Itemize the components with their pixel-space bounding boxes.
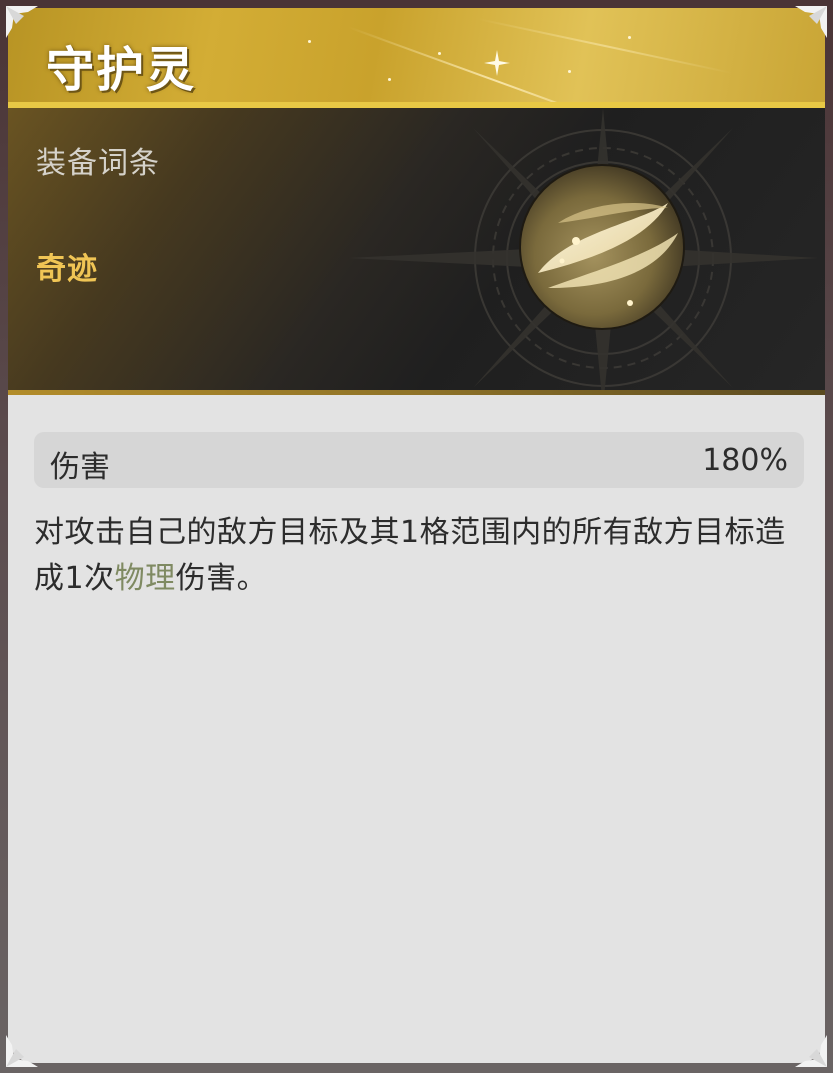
item-title: 守护灵 [46, 42, 197, 98]
sparkle [628, 36, 631, 39]
stat-name: 伤害 [50, 450, 110, 485]
sparkle [308, 40, 311, 43]
equipment-card: 守护灵 装备词条 奇迹 伤害 180% 对攻击自己的敌方目标及其1格范围内的所有… [8, 8, 825, 1063]
gold-swirl-orb-icon [519, 164, 685, 330]
star-sparkle-icon [484, 50, 510, 76]
title-banner: 守护灵 [8, 8, 825, 108]
tooltip-frame: 守护灵 装备词条 奇迹 伤害 180% 对攻击自己的敌方目标及其1格范围内的所有… [0, 0, 833, 1073]
sparkle [388, 78, 391, 81]
effect-description: 对攻击自己的敌方目标及其1格范围内的所有敌方目标造成1次物理伤害。 [34, 510, 804, 602]
corner-ornament-icon [6, 1035, 38, 1067]
corner-ornament-icon [795, 1035, 827, 1067]
rarity-label: 奇迹 [36, 252, 98, 287]
corner-ornament-icon [795, 6, 827, 38]
stat-value: 180% [702, 443, 788, 478]
sparkle [438, 52, 441, 55]
damage-type-highlight: 物理 [114, 561, 176, 596]
stat-row-damage: 伤害 180% [34, 432, 804, 488]
section-label: 装备词条 [36, 146, 160, 181]
info-panel: 装备词条 奇迹 [8, 108, 825, 395]
sparkle [568, 70, 571, 73]
corner-ornament-icon [6, 6, 38, 38]
light-streak [477, 18, 733, 75]
description-text-end: 伤害。 [175, 561, 268, 596]
